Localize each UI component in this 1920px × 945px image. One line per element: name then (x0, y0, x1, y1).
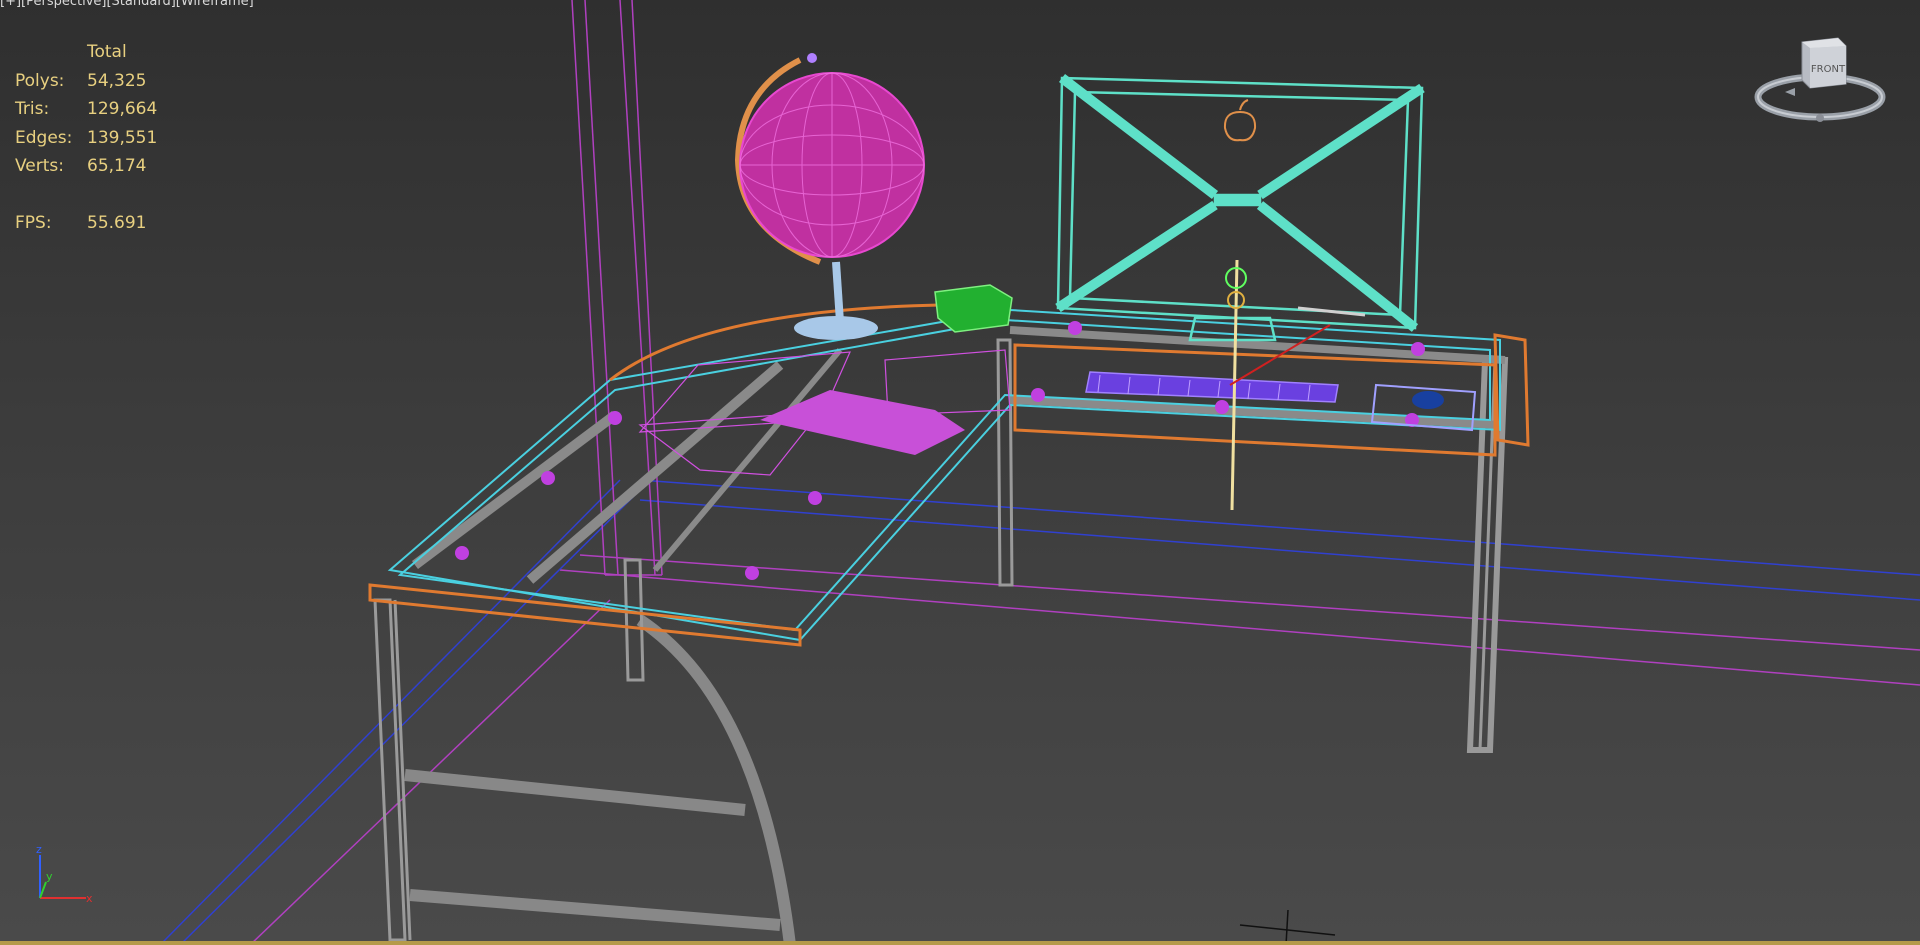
axis-tripod: z y x (28, 840, 98, 910)
globe[interactable] (734, 53, 925, 340)
tris-label: Tris: (15, 99, 50, 119)
axis-x-label: x (86, 892, 93, 905)
floor-lamp-pole[interactable] (571, 0, 663, 576)
polys-label: Polys: (15, 70, 65, 91)
stats-header: Total (87, 42, 127, 62)
monitor[interactable] (1055, 74, 1425, 342)
fps-value: 55.691 (87, 212, 147, 233)
axis-z-label: z (36, 843, 42, 856)
viewport-active-border (0, 941, 1920, 945)
pivot-crosshair (1239, 909, 1336, 945)
verts-value: 65,174 (87, 156, 147, 176)
desk-bolts (455, 321, 1425, 580)
statistics-overlay: Total Polys: 54,325 Tris: 129,664 Edges: 13… (15, 38, 157, 237)
perspective-viewport[interactable]: [+][Perspective][Standard][Wireframe] To… (0, 0, 1920, 945)
polys-value: 54,325 (87, 70, 147, 91)
viewcube[interactable]: FRONT (1750, 32, 1890, 132)
fps-label: FPS: (15, 212, 52, 233)
edges-label: Edges: (15, 127, 73, 148)
paper-sheet[interactable] (760, 390, 965, 455)
green-box[interactable] (934, 284, 1013, 333)
edges-value: 139,551 (87, 127, 158, 148)
tris-value: 129,664 (87, 99, 158, 119)
viewcube-face-label[interactable]: FRONT (1811, 64, 1846, 75)
keyboard[interactable] (1085, 371, 1339, 403)
apple-logo-icon (1223, 99, 1257, 142)
axis-y-label: y (46, 870, 53, 883)
grid-lines (159, 479, 1920, 945)
viewcube-icon[interactable]: FRONT (1750, 32, 1890, 132)
scene-wireframe[interactable] (0, 0, 1920, 945)
verts-label: Verts: (15, 156, 65, 176)
